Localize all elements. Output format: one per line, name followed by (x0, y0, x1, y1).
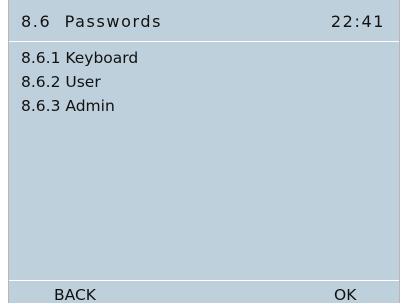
clock: 22:41 (330, 12, 385, 31)
menu-item-admin[interactable]: 8.6.3 Admin (21, 94, 138, 118)
ok-softkey[interactable]: OK (334, 286, 356, 304)
lcd-screen: 8.6 Passwords 22:41 8.6.1 Keyboard 8.6.2… (9, 0, 399, 304)
softkey-bar: BACK OK (9, 280, 399, 304)
title-bar: 8.6 Passwords 22:41 (9, 0, 399, 42)
menu-item-user[interactable]: 8.6.2 User (21, 70, 138, 94)
back-softkey[interactable]: BACK (54, 286, 96, 304)
menu-list: 8.6.1 Keyboard 8.6.2 User 8.6.3 Admin (21, 46, 138, 118)
page-title: 8.6 Passwords (21, 12, 163, 31)
device-frame: 8.6 Passwords 22:41 8.6.1 Keyboard 8.6.2… (8, 0, 400, 304)
menu-item-keyboard[interactable]: 8.6.1 Keyboard (21, 46, 138, 70)
